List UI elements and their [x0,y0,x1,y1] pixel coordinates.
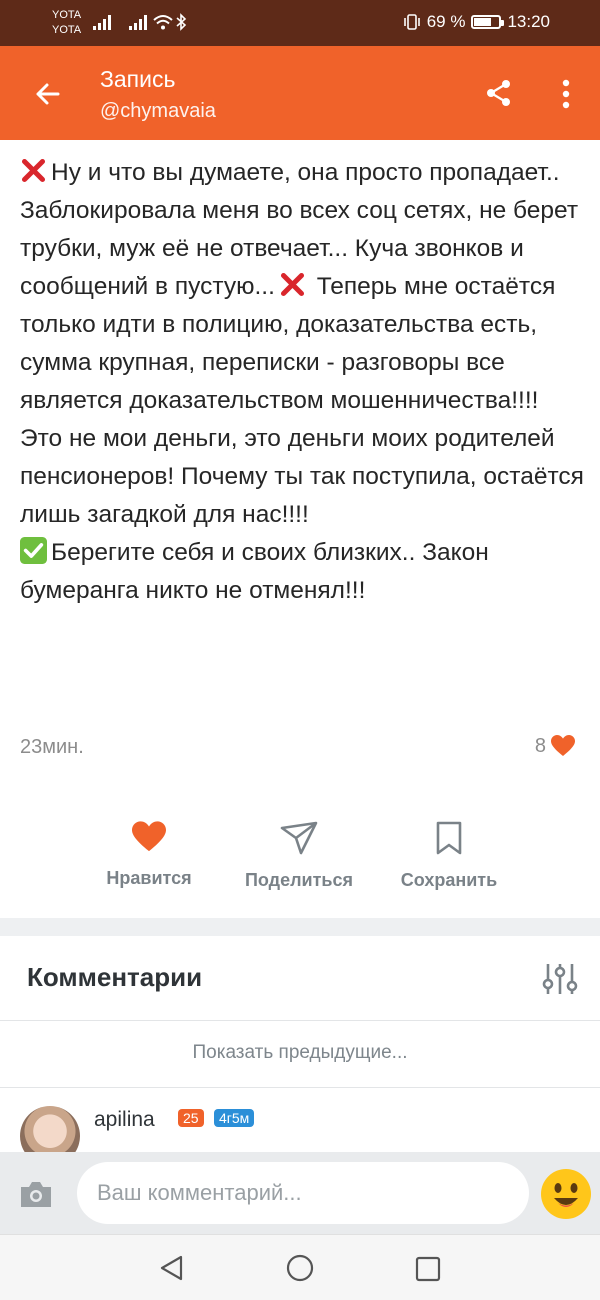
level-badge: 25 [178,1109,204,1127]
like-count[interactable]: 8 [535,734,576,758]
comments-title: Комментарии [27,962,203,992]
back-arrow-icon[interactable] [28,74,68,114]
duration-badge: 4г5м [214,1109,255,1127]
more-vertical-icon[interactable] [553,76,579,112]
camera-icon[interactable] [18,1178,54,1210]
battery-percent: 69 % [426,12,466,31]
comment-author[interactable]: apilina [94,1108,155,1132]
like-label: Нравится [106,868,192,888]
carrier-2: YOTA [52,24,82,36]
battery-icon [471,15,505,29]
battery-tip [501,20,505,26]
show-previous-link[interactable]: Показать предыдущие... [0,1042,600,1064]
post-time: 23мин. [20,736,84,758]
wifi-icon [153,15,173,30]
bookmark-icon [436,821,462,855]
status-right: 69 % 13:20 [403,12,550,32]
cross-mark-icon [280,272,304,297]
post-paragraph-3: Берегите себя и своих близких.. Закон бу… [20,534,585,610]
share-button[interactable]: Поделиться [224,812,374,891]
page-subtitle[interactable]: @chymavaia [100,100,216,123]
save-button[interactable]: Сохранить [374,812,524,891]
like-button[interactable]: Нравится [74,812,224,889]
save-label: Сохранить [400,870,498,890]
paper-plane-icon [280,821,318,855]
post-paragraph-1: Ну и что вы думаете, она просто пропадае… [20,154,585,420]
heart-icon [132,821,166,852]
check-mark-icon [20,537,47,564]
divider [0,1020,600,1021]
comment-item: apilina 25 4г5м [20,1104,580,1152]
share-icon[interactable] [482,76,516,110]
app-bar: Запись @chymavaia [0,46,600,140]
signal-icon-2 [129,15,147,30]
avatar[interactable] [20,1106,80,1152]
section-gap [0,918,600,936]
status-bar: YOTA YOTA 69 % 13:20 [0,0,600,46]
carrier-labels: YOTA YOTA [52,8,81,38]
comment-composer [0,1152,600,1234]
comment-input[interactable] [77,1162,529,1224]
clock: 13:20 [507,12,550,31]
filter-sliders-icon[interactable] [540,960,580,998]
share-label: Поделиться [244,870,354,890]
post-paragraph-3-text: Берегите себя и своих близких.. Закон бу… [20,539,489,604]
post-paragraph-2: Это не мои деньги, это деньги моих родит… [20,425,584,528]
like-count-value: 8 [534,734,546,757]
post-text: Ну и что вы думаете, она просто пропадае… [20,154,585,610]
nav-home-icon[interactable] [285,1253,315,1283]
system-nav-bar [0,1234,600,1300]
bluetooth-icon [176,13,187,31]
signal-icon [93,15,111,30]
divider [0,1087,600,1088]
post-actions: Нравится Поделиться Сохранить [0,812,600,912]
nav-back-icon[interactable] [157,1253,187,1283]
smiley-icon[interactable] [540,1168,592,1220]
vibrate-icon [403,14,420,30]
cross-mark-icon [21,158,46,183]
carrier-1: YOTA [52,9,82,21]
nav-recents-icon[interactable] [414,1255,442,1283]
page-title: Запись [100,66,176,92]
heart-icon [551,735,575,756]
battery-fill [474,18,491,26]
